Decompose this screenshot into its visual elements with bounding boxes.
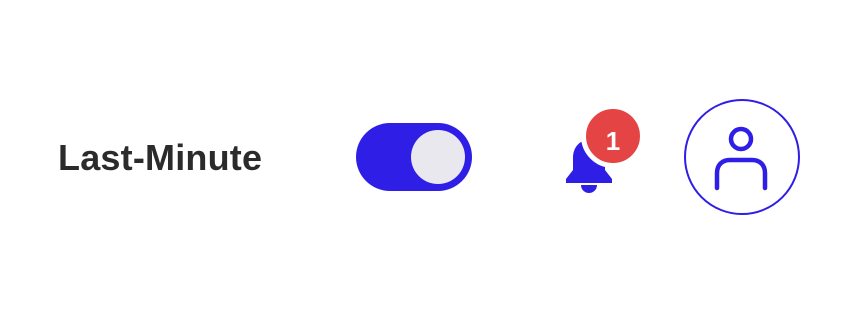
user-icon (714, 126, 768, 191)
notifications-button[interactable]: 1 (558, 104, 648, 194)
user-avatar-button[interactable] (684, 99, 800, 215)
last-minute-toggle[interactable] (356, 123, 472, 191)
last-minute-label: Last-Minute (58, 137, 263, 178)
top-bar: Last-Minute 1 (0, 0, 851, 315)
notification-count-badge: 1 (581, 104, 645, 168)
toggle-knob (411, 130, 465, 184)
